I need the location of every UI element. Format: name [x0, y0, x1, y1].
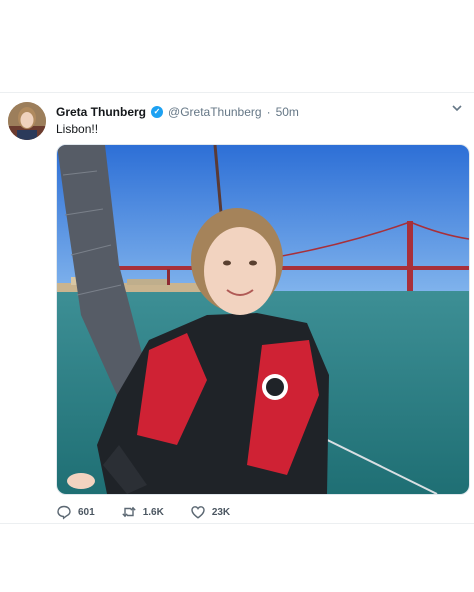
tweet-text: Lisbon!! — [56, 122, 99, 136]
avatar-image — [8, 102, 46, 140]
retweet-icon — [121, 506, 136, 518]
like-count: 23K — [211, 506, 231, 518]
separator-dot: · — [266, 105, 271, 119]
chevron-down-icon[interactable] — [450, 102, 464, 116]
reply-button[interactable]: 601 — [56, 504, 95, 520]
author-avatar[interactable] — [8, 102, 46, 140]
author-handle[interactable]: @GretaThunberg — [168, 105, 262, 119]
reply-count: 601 — [78, 506, 95, 518]
reply-icon — [57, 505, 71, 520]
retweet-button[interactable]: 1.6K — [121, 504, 164, 520]
photo-image — [57, 145, 469, 494]
tweet-header: Greta Thunberg ✓ @GretaThunberg · 50m — [56, 103, 434, 121]
verified-badge-icon: ✓ — [151, 106, 164, 118]
like-button[interactable]: 23K — [190, 504, 230, 520]
retweet-count: 1.6K — [142, 506, 164, 518]
author-name[interactable]: Greta Thunberg — [56, 105, 146, 119]
tweet-timestamp[interactable]: 50m — [276, 105, 299, 119]
heart-icon — [191, 506, 205, 519]
tweet-actions: 601 1.6K 23K — [56, 503, 256, 521]
tweet-photo[interactable] — [56, 144, 470, 495]
tweet-card[interactable]: Greta Thunberg ✓ @GretaThunberg · 50m Li… — [0, 92, 474, 524]
